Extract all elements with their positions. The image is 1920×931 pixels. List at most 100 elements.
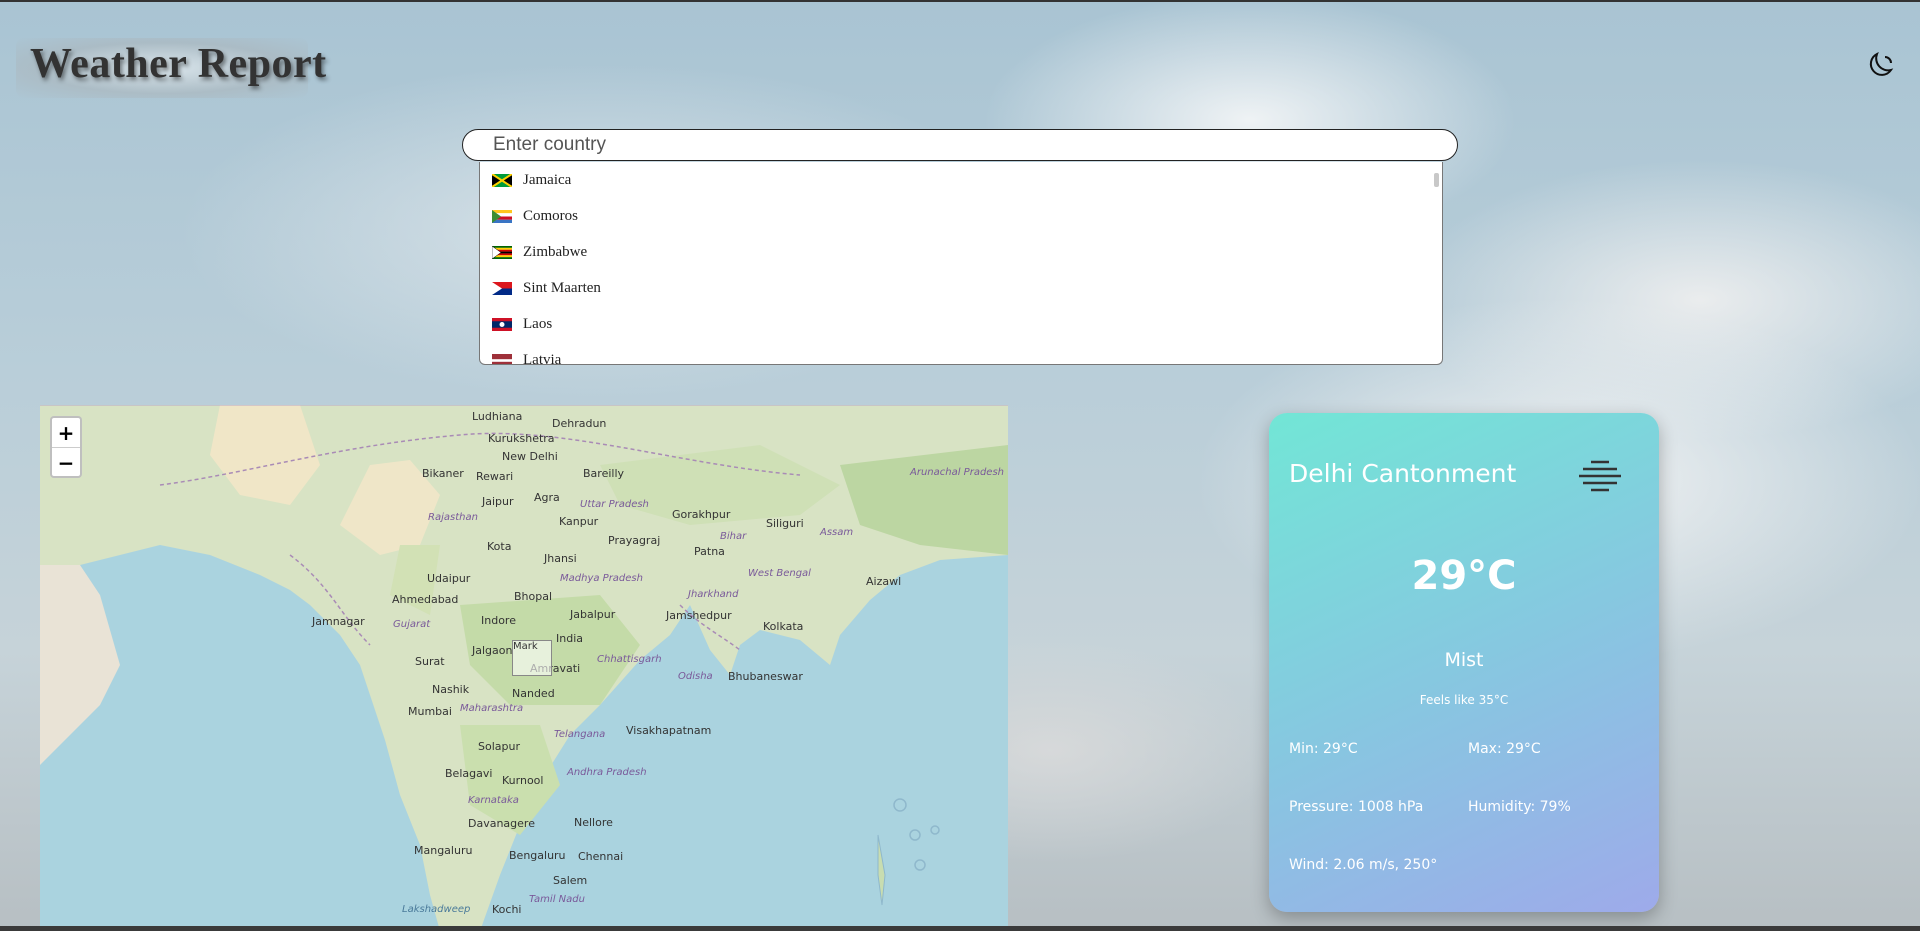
- zoom-in-button[interactable]: +: [52, 418, 80, 447]
- map-label: Bhubaneswar: [728, 670, 803, 683]
- map-label: Nanded: [512, 687, 555, 700]
- max-temp: Max: 29°C: [1468, 741, 1541, 757]
- map-label: Udaipur: [427, 572, 471, 585]
- list-item[interactable]: Jamaica: [492, 162, 571, 198]
- map-label: Visakhapatnam: [626, 724, 712, 737]
- country-suggestions-list[interactable]: Jamaica Comoros Zimbabwe Sint Maarten La…: [479, 162, 1443, 365]
- map-label: Kochi: [492, 903, 522, 916]
- mist-icon: [1579, 460, 1621, 492]
- list-item[interactable]: Sint Maarten: [492, 270, 601, 306]
- map-label: Agra: [534, 491, 560, 504]
- map-label: Patna: [694, 545, 725, 558]
- jamaica-flag-icon: [492, 173, 512, 187]
- country-name: Comoros: [523, 207, 579, 224]
- map-label: Kolkata: [763, 620, 804, 633]
- map-label: Kota: [487, 540, 512, 553]
- zimbabwe-flag-icon: [492, 245, 512, 259]
- map-label: Siliguri: [766, 517, 804, 530]
- map-label: Rewari: [476, 470, 514, 483]
- map-label: India: [556, 632, 583, 645]
- map-label: Arunachal Pradesh: [910, 467, 1004, 478]
- map-label: Jharkhand: [688, 589, 739, 600]
- map-label: Rajasthan: [428, 512, 478, 523]
- map-label: Andhra Pradesh: [567, 767, 647, 778]
- map-label: Davanagere: [468, 817, 535, 830]
- map-label: Jamnagar: [312, 615, 365, 628]
- map-label: Uttar Pradesh: [580, 499, 649, 510]
- map-label: Bareilly: [583, 467, 625, 480]
- city-name: Delhi Cantonment: [1289, 459, 1517, 488]
- map-label: Lakshadweep: [402, 904, 471, 915]
- map-label: Tamil Nadu: [529, 894, 585, 905]
- bottom-edge: [0, 926, 1920, 931]
- map-label: Jabalpur: [570, 608, 616, 621]
- map-label: Belagavi: [445, 767, 493, 780]
- map-label: Telangana: [554, 729, 606, 740]
- map-label: Jamshedpur: [666, 609, 732, 622]
- sint-maarten-flag-icon: [492, 281, 512, 295]
- list-item[interactable]: Latvia: [492, 342, 562, 365]
- country-name: Jamaica: [523, 171, 572, 188]
- country-name: Latvia: [523, 351, 562, 365]
- map-label: Odisha: [678, 671, 713, 682]
- map-label: Chennai: [578, 850, 624, 863]
- latvia-flag-icon: [492, 353, 512, 364]
- map-label: Bengaluru: [509, 849, 566, 862]
- map-label: Solapur: [478, 740, 520, 753]
- map-label: Assam: [820, 527, 854, 538]
- suggestions-scrollbar[interactable]: [1434, 170, 1440, 356]
- moon-icon: [1869, 51, 1894, 76]
- suggestions-scrollbar-thumb[interactable]: [1434, 173, 1439, 187]
- map-label: Bikaner: [422, 467, 464, 480]
- map-label: Bhopal: [514, 590, 553, 603]
- min-temp: Min: 29°C: [1289, 741, 1358, 757]
- weather-card: Delhi Cantonment 29°C Mist Feels like 35…: [1269, 413, 1659, 912]
- app-title: Weather Report: [30, 41, 327, 87]
- map-label: West Bengal: [748, 568, 811, 579]
- map-label: Jaipur: [482, 495, 514, 508]
- map-label: Kanpur: [559, 515, 599, 528]
- list-item[interactable]: Comoros: [492, 198, 578, 234]
- map-label: Mumbai: [408, 705, 452, 718]
- marker-alt-text: Mark: [513, 641, 538, 652]
- map-label: Jhansi: [544, 552, 577, 565]
- map-label: Karnataka: [468, 795, 519, 806]
- country-name: Sint Maarten: [523, 279, 601, 296]
- country-name: Laos: [523, 315, 553, 332]
- feels-like: Feels like 35°C: [1419, 693, 1509, 707]
- map-label: Bihar: [720, 531, 747, 542]
- map-label: Ludhiana: [472, 410, 523, 423]
- comoros-flag-icon: [492, 209, 512, 223]
- humidity: Humidity: 79%: [1468, 799, 1571, 815]
- theme-toggle-button[interactable]: [1863, 48, 1897, 82]
- list-item[interactable]: Zimbabwe: [492, 234, 587, 270]
- map-label: Gujarat: [393, 619, 431, 630]
- map-label: Kurukshetra: [488, 432, 555, 445]
- list-item[interactable]: Laos: [492, 306, 552, 342]
- map-label: Nashik: [432, 683, 470, 696]
- map-label: Chhattisgarh: [597, 654, 662, 665]
- map-label: Dehradun: [552, 417, 607, 430]
- map-label: Surat: [415, 655, 445, 668]
- map-label: Kurnool: [502, 774, 544, 787]
- map-label: Prayagraj: [608, 534, 661, 547]
- map-label: Salem: [553, 874, 588, 887]
- map-label: Aizawl: [866, 575, 902, 588]
- location-marker[interactable]: Mark: [512, 640, 552, 676]
- map-label: Gorakhpur: [672, 508, 731, 521]
- pressure: Pressure: 1008 hPa: [1289, 799, 1424, 815]
- temperature: 29°C: [1411, 553, 1517, 599]
- country-name: Zimbabwe: [523, 243, 588, 260]
- map-label: Jalgaon: [472, 644, 513, 657]
- condition-text: Mist: [1444, 649, 1484, 671]
- country-search: [462, 129, 1458, 161]
- map-label: Indore: [481, 614, 516, 627]
- wind: Wind: 2.06 m/s, 250°: [1289, 857, 1438, 873]
- map-label: Ahmedabad: [392, 593, 459, 606]
- country-search-input[interactable]: [462, 129, 1458, 161]
- window-top-border: [0, 0, 1920, 2]
- laos-flag-icon: [492, 317, 512, 331]
- map-label: Madhya Pradesh: [560, 573, 643, 584]
- map-label: Mangaluru: [414, 844, 473, 857]
- zoom-out-button[interactable]: −: [52, 448, 80, 477]
